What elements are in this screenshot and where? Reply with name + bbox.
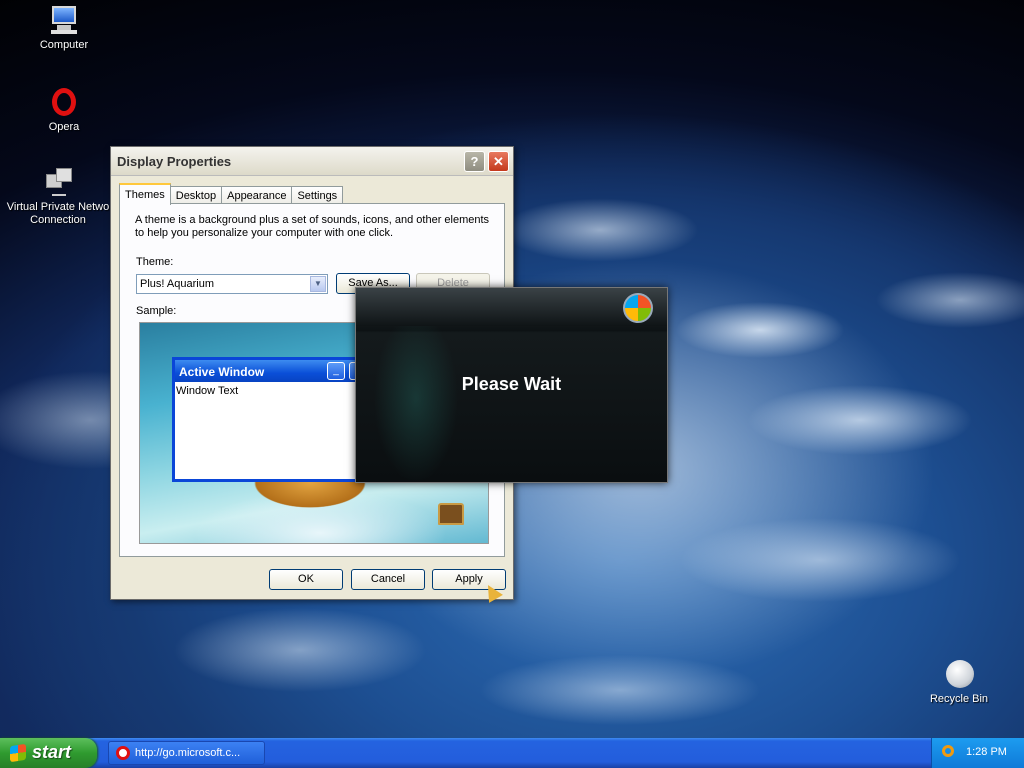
theme-description: A theme is a background plus a set of so… [135,214,490,239]
close-button[interactable]: ✕ [488,151,509,172]
desktop-icon-vpn[interactable]: Virtual Private Netwo Connection [6,166,110,227]
taskbar-item-opera[interactable]: http://go.microsoft.c... [108,741,265,765]
computer-icon [48,4,80,36]
minimize-icon: _ [327,362,345,380]
theme-label: Theme: [136,256,174,268]
ok-button[interactable]: OK [269,569,343,590]
windows-logo-icon [623,293,653,323]
network-connection-icon [42,166,74,198]
please-wait-header [356,288,667,326]
desktop-icon-label: Opera [48,121,80,133]
desktop-icon-computer[interactable]: Computer [9,4,119,52]
sample-active-window: Active Window _ □ Window Text [172,357,372,482]
treasure-chest-icon [438,503,464,525]
desktop-icon-recycle-bin[interactable]: Recycle Bin [904,658,1014,706]
taskbar: start http://go.microsoft.c... 1:28 PM [0,738,1024,768]
recycle-bin-icon [943,658,975,690]
opera-icon [116,746,130,760]
sample-title-bar: Active Window _ □ [175,360,369,382]
theme-select-value: Plus! Aquarium [140,278,214,290]
start-button[interactable]: start [0,738,97,768]
sample-label: Sample: [136,305,177,317]
desktop-icon-opera[interactable]: Opera [9,86,119,134]
title-bar[interactable]: Display Properties ? ✕ [111,147,513,176]
tab-themes[interactable]: Themes [119,183,171,205]
desktop-icon-label: Computer [39,39,89,51]
start-label: start [32,742,72,762]
please-wait-dialog: Please Wait [355,287,668,483]
search-icon[interactable] [942,745,954,757]
opera-icon [48,86,80,118]
chevron-down-icon[interactable]: ▼ [310,276,326,292]
sample-window-text: Window Text [176,385,239,397]
sample-window-title: Active Window [179,365,265,379]
taskbar-item-label: http://go.microsoft.c... [135,747,241,759]
theme-select[interactable]: Plus! Aquarium ▼ [136,274,328,294]
window-title: Display Properties [117,154,232,169]
system-tray: 1:28 PM [931,738,1024,768]
windows-flag-icon [10,743,26,763]
clock[interactable]: 1:28 PM [966,746,1007,758]
desktop-icon-label: Virtual Private Netwo Connection [6,201,110,226]
tab-strip: Themes Desktop Appearance Settings [119,183,344,205]
desktop-icon-label: Recycle Bin [929,693,989,705]
cancel-button[interactable]: Cancel [351,569,425,590]
please-wait-message: Please Wait [461,374,562,394]
help-button[interactable]: ? [464,151,485,172]
